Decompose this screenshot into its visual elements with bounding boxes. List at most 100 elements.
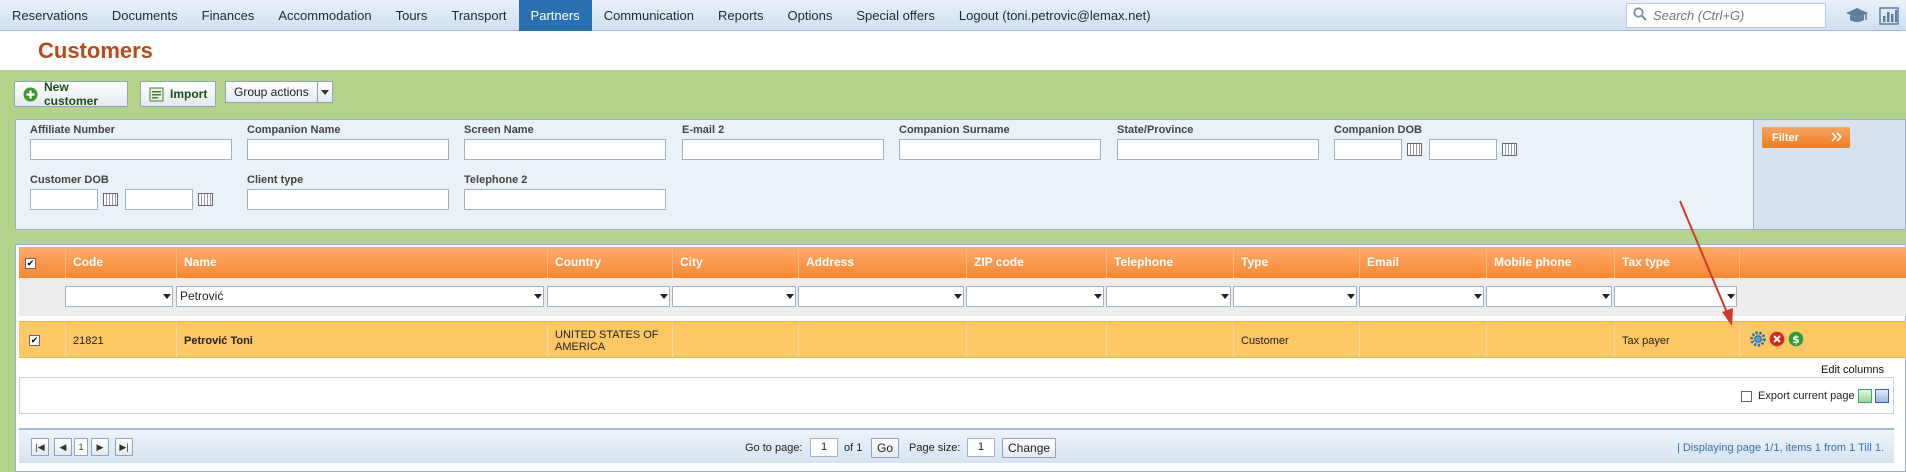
client-type-input[interactable] (247, 189, 449, 210)
code-filter[interactable] (65, 286, 173, 307)
companion-name-input[interactable] (247, 139, 449, 160)
global-search[interactable] (1626, 3, 1826, 28)
address-filter[interactable] (798, 286, 964, 307)
companion-dob-from-input[interactable] (1334, 139, 1402, 160)
svg-text:$: $ (1792, 333, 1800, 346)
page-size-input[interactable]: 1 (967, 438, 995, 457)
column-header-type[interactable]: Type (1233, 247, 1359, 278)
calendar-icon[interactable] (1407, 143, 1422, 156)
nav-item-accommodation[interactable]: Accommodation (266, 0, 383, 31)
chevron-down-icon[interactable] (1347, 294, 1355, 299)
chevron-down-icon[interactable] (1602, 294, 1610, 299)
country-filter[interactable] (547, 286, 670, 307)
chevron-down-icon[interactable] (1094, 294, 1102, 299)
nav-item-logout[interactable]: Logout (toni.petrovic@lemax.net) (947, 0, 1163, 31)
row-select-cell: ✔ (19, 322, 65, 359)
import-button[interactable]: Import (140, 81, 216, 107)
customer-dob-to-input[interactable] (125, 189, 193, 210)
column-header-code[interactable]: Code (65, 247, 176, 278)
previous-page-button[interactable]: ◀ (54, 438, 72, 456)
screen-name-input[interactable] (464, 139, 666, 160)
group-actions-dropdown[interactable]: Group actions (225, 81, 333, 103)
nav-item-reservations[interactable]: Reservations (0, 0, 100, 31)
go-button[interactable]: Go (871, 438, 900, 458)
row-checkbox[interactable]: ✔ (29, 335, 40, 346)
companion-dob-to-input[interactable] (1429, 139, 1497, 160)
chevron-down-icon[interactable] (318, 82, 332, 102)
name-filter[interactable]: Petrović (176, 286, 544, 307)
state-province-input[interactable] (1117, 139, 1319, 160)
nav-item-options[interactable]: Options (776, 0, 845, 31)
affiliate-number-label: Affiliate Number (30, 124, 115, 136)
cell-mobile-phone (1486, 322, 1614, 359)
goto-page-input[interactable]: 1 (810, 438, 838, 457)
top-navigation-bar: Reservations Documents Finances Accommod… (0, 0, 1906, 31)
nav-item-reports[interactable]: Reports (706, 0, 776, 31)
currency-icon[interactable]: $ (1788, 331, 1804, 350)
cell-city (672, 322, 798, 359)
chevron-down-icon[interactable] (786, 294, 794, 299)
telephone2-input[interactable] (464, 189, 666, 210)
chevron-down-icon[interactable] (954, 294, 962, 299)
zip-filter[interactable] (966, 286, 1104, 307)
nav-item-transport[interactable]: Transport (439, 0, 518, 31)
email-filter[interactable] (1359, 286, 1484, 307)
import-icon (149, 87, 164, 102)
column-header-country[interactable]: Country (547, 247, 672, 278)
type-filter[interactable] (1233, 286, 1357, 307)
export-checkbox[interactable] (1741, 390, 1752, 402)
delete-icon[interactable] (1769, 331, 1785, 350)
annotation-arrow (1679, 200, 1733, 326)
change-button[interactable]: Change (1002, 438, 1057, 458)
column-header-city[interactable]: City (672, 247, 798, 278)
graduation-cap-icon[interactable] (1842, 3, 1872, 28)
column-header-name[interactable]: Name (176, 247, 547, 278)
companion-surname-input[interactable] (899, 139, 1101, 160)
email2-label: E-mail 2 (682, 124, 725, 136)
column-header-mobile-phone[interactable]: Mobile phone (1486, 247, 1614, 278)
calendar-icon[interactable] (198, 193, 213, 206)
next-page-button[interactable]: ▶ (91, 438, 109, 456)
column-header-telephone[interactable]: Telephone (1106, 247, 1233, 278)
calendar-icon[interactable] (103, 193, 118, 206)
nav-item-communication[interactable]: Communication (592, 0, 706, 31)
nav-item-documents[interactable]: Documents (100, 0, 190, 31)
page-count-label: of 1 (844, 442, 863, 454)
column-header-zip[interactable]: ZIP code (966, 247, 1106, 278)
affiliate-number-input[interactable] (30, 139, 232, 160)
chevron-down-icon[interactable] (534, 294, 542, 299)
nav-item-partners[interactable]: Partners (518, 0, 592, 31)
chevron-down-icon[interactable] (163, 294, 171, 299)
companion-dob-label: Companion DOB (1334, 124, 1422, 136)
column-header-email[interactable]: Email (1359, 247, 1486, 278)
gear-icon[interactable] (1750, 331, 1766, 350)
word-export-icon[interactable] (1874, 389, 1889, 403)
email2-input[interactable] (682, 139, 884, 160)
page-number-button[interactable]: 1 (74, 438, 88, 456)
chevron-down-icon[interactable] (1221, 294, 1229, 299)
calendar-icon[interactable] (1502, 143, 1517, 156)
excel-export-icon[interactable] (1857, 389, 1872, 403)
select-all-checkbox[interactable]: ✔ (25, 258, 36, 269)
city-filter[interactable] (672, 286, 796, 307)
table-row[interactable]: ✔ 21821 Petrović Toni UNITED STATES OF A… (19, 321, 1906, 359)
cell-name[interactable]: Petrović Toni (176, 322, 547, 359)
last-page-button[interactable]: ▶| (115, 438, 133, 456)
filter-button[interactable]: Filter (1762, 127, 1850, 148)
customer-dob-from-input[interactable] (30, 189, 98, 210)
chevron-down-icon[interactable] (1474, 294, 1482, 299)
customer-dob-label: Customer DOB (30, 174, 109, 186)
page-title: Customers (38, 38, 153, 63)
nav-item-finances[interactable]: Finances (190, 0, 267, 31)
edit-columns-link[interactable]: Edit columns (1821, 364, 1884, 376)
nav-item-tours[interactable]: Tours (384, 0, 440, 31)
search-input[interactable] (1653, 8, 1823, 23)
column-header-address[interactable]: Address (798, 247, 966, 278)
mobile-phone-filter[interactable] (1486, 286, 1612, 307)
first-page-button[interactable]: |◀ (31, 438, 49, 456)
bar-chart-icon[interactable] (1874, 3, 1904, 28)
telephone-filter[interactable] (1106, 286, 1231, 307)
chevron-down-icon[interactable] (660, 294, 668, 299)
new-customer-button[interactable]: New customer (14, 80, 128, 108)
nav-item-special-offers[interactable]: Special offers (844, 0, 947, 31)
